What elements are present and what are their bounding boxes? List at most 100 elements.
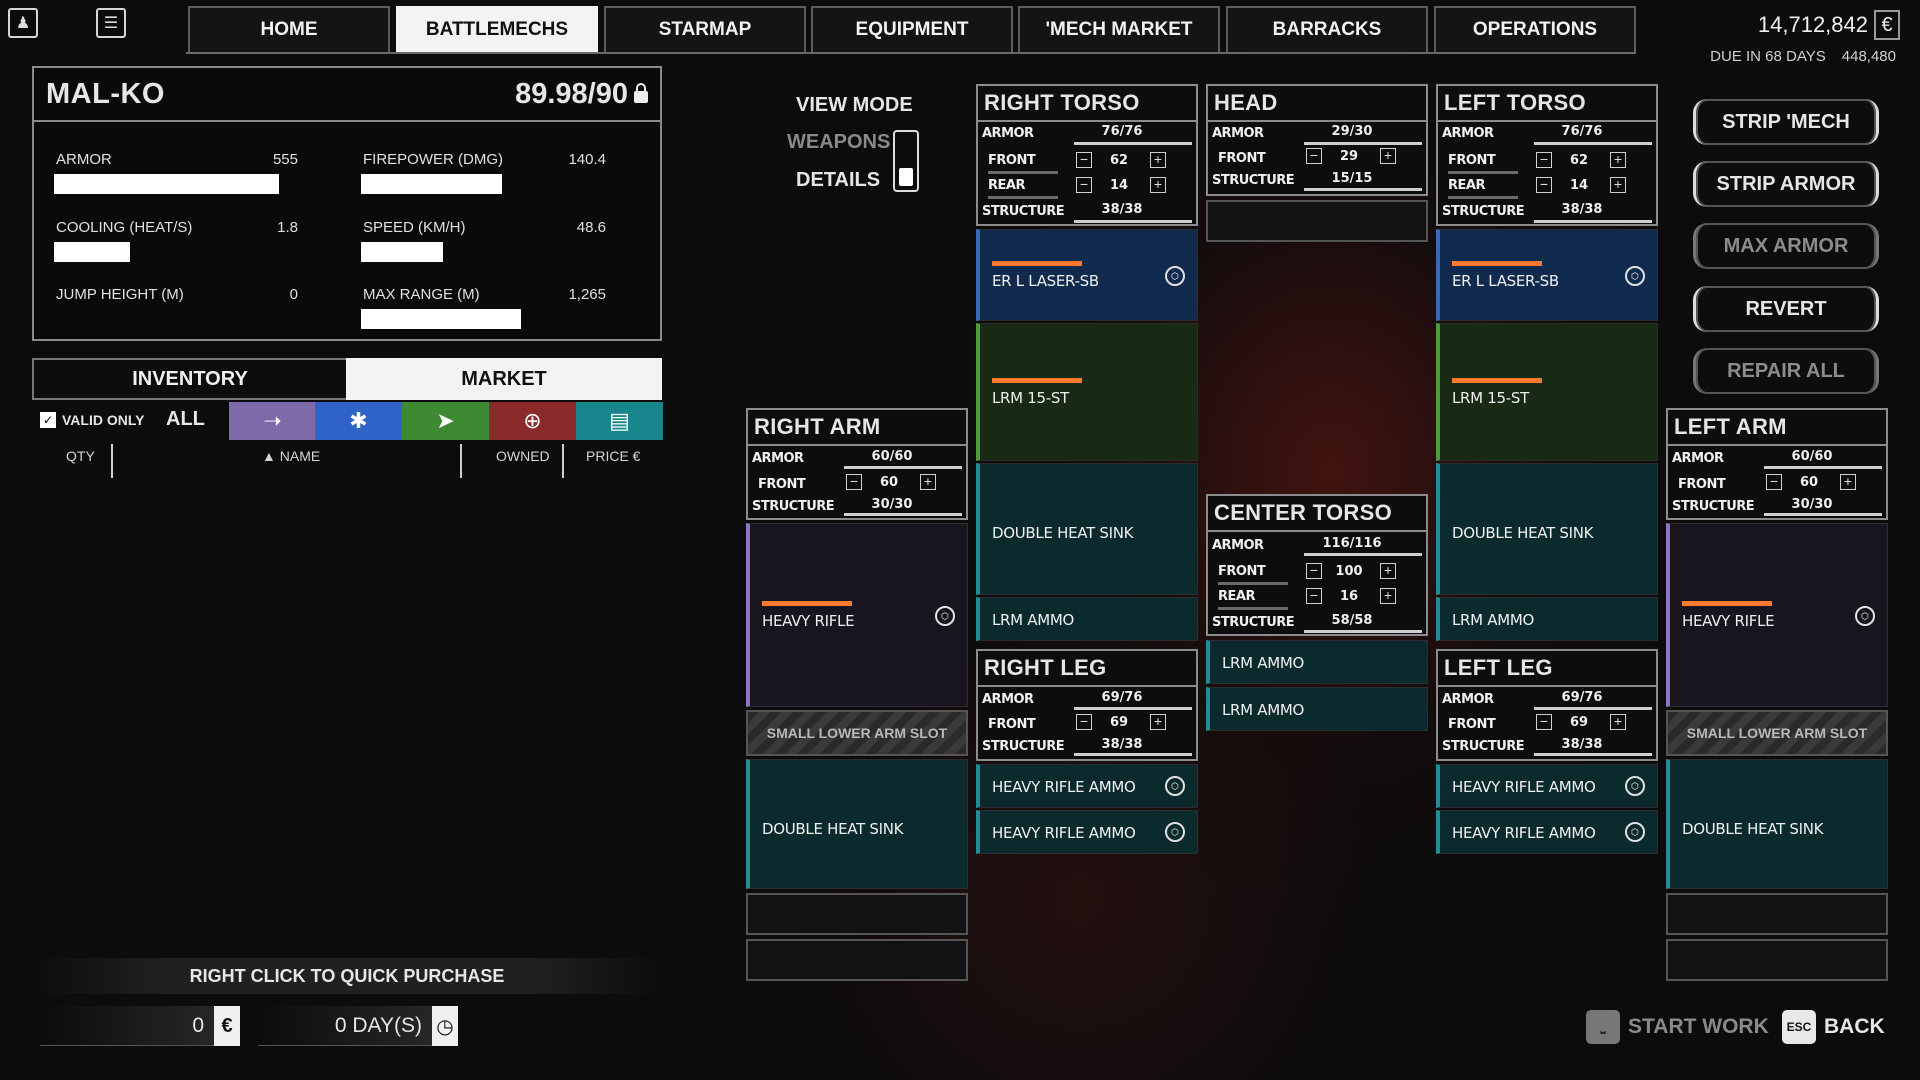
slot-label: HEAVY RIFLE AMMO: [1452, 778, 1596, 796]
col-qty[interactable]: QTY: [66, 448, 95, 464]
increase-icon[interactable]: +: [1610, 714, 1626, 730]
increase-icon[interactable]: +: [1150, 152, 1166, 168]
checkbox-icon[interactable]: ✓: [40, 412, 56, 428]
structure-value: 30/30: [1791, 497, 1833, 512]
filter-support-icon[interactable]: ⊕: [489, 402, 576, 440]
col-name[interactable]: ▲ NAME: [262, 448, 320, 464]
filter-missile-icon[interactable]: ➤: [402, 402, 489, 440]
col-divider: [562, 444, 564, 478]
nav-tab-mech-market[interactable]: 'MECH MARKET: [1018, 6, 1220, 52]
increase-icon[interactable]: +: [1380, 563, 1396, 579]
slot-empty[interactable]: [746, 939, 968, 981]
slot-ammo[interactable]: LRM AMMO: [976, 597, 1198, 641]
slot-ammo[interactable]: LRM AMMO: [1206, 640, 1428, 684]
mech-name[interactable]: MAL-KO: [46, 78, 165, 111]
slot-ammo[interactable]: LRM AMMO: [1436, 597, 1658, 641]
stat-cooling-value: 1.8: [277, 219, 298, 236]
back-button[interactable]: ESC BACK: [1782, 1010, 1885, 1044]
valid-only-toggle[interactable]: ✓ VALID ONLY: [40, 412, 144, 428]
weapon-mode-icon[interactable]: ⬡: [1855, 606, 1875, 626]
slot-weapon[interactable]: ER L LASER-SB ⬡: [976, 229, 1198, 321]
slot-weapon[interactable]: LRM 15-ST: [976, 323, 1198, 461]
ammo-mode-icon[interactable]: ⬡: [1165, 776, 1185, 796]
nav-tab-battlemechs[interactable]: BATTLEMECHS: [396, 6, 598, 52]
revert-button[interactable]: REVERT: [1693, 286, 1879, 332]
increase-icon[interactable]: +: [1610, 152, 1626, 168]
nav-tab-operations[interactable]: OPERATIONS: [1434, 6, 1636, 52]
view-mode-details[interactable]: DETAILS: [796, 169, 880, 192]
stat-range-label: MAX RANGE (M): [363, 286, 480, 303]
slot-label: DOUBLE HEAT SINK: [1682, 820, 1824, 838]
back-label: BACK: [1824, 1015, 1885, 1038]
slot-ammo[interactable]: HEAVY RIFLE AMMO ⬡: [1436, 810, 1658, 854]
nav-underline: [186, 52, 1636, 54]
filter-ballistic-icon[interactable]: ➝: [229, 402, 316, 440]
nav-tab-equipment[interactable]: EQUIPMENT: [811, 6, 1013, 52]
armor-value: 116/116: [1322, 536, 1382, 551]
slot-empty[interactable]: [1666, 893, 1888, 935]
slot-label: LRM AMMO: [1222, 654, 1305, 672]
slot-blocked: SMALL LOWER ARM SLOT: [1666, 710, 1888, 756]
increase-icon[interactable]: +: [1150, 714, 1166, 730]
ammo-mode-icon[interactable]: ⬡: [1625, 822, 1645, 842]
repair-all-button[interactable]: REPAIR ALL: [1693, 348, 1879, 394]
slot-equipment[interactable]: DOUBLE HEAT SINK: [1436, 463, 1658, 595]
slot-empty[interactable]: [1666, 939, 1888, 981]
nav-tab-barracks[interactable]: BARRACKS: [1226, 6, 1428, 52]
strip-mech-button[interactable]: STRIP 'MECH: [1693, 99, 1879, 145]
pilot-roster-icon[interactable]: ♟: [8, 8, 38, 38]
armor-meter: [1764, 466, 1882, 469]
slot-equipment[interactable]: DOUBLE HEAT SINK: [746, 759, 968, 889]
tab-market[interactable]: MARKET: [346, 358, 662, 400]
structure-label: STRUCTURE: [982, 204, 1065, 219]
view-mode-toggle[interactable]: [893, 130, 919, 192]
weapon-mode-icon[interactable]: ⬡: [1625, 266, 1645, 286]
filter-energy-icon[interactable]: ✱: [315, 402, 402, 440]
increase-icon[interactable]: +: [1380, 148, 1396, 164]
col-price[interactable]: PRICE €: [586, 448, 640, 464]
slot-label: LRM 15-ST: [1452, 389, 1529, 407]
increase-icon[interactable]: +: [1610, 177, 1626, 193]
weapon-mode-icon[interactable]: ⬡: [935, 606, 955, 626]
slot-weapon[interactable]: LRM 15-ST: [1436, 323, 1658, 461]
slot-ammo[interactable]: LRM AMMO: [1206, 687, 1428, 731]
max-armor-button[interactable]: MAX ARMOR: [1693, 223, 1879, 269]
slot-ammo[interactable]: HEAVY RIFLE AMMO ⬡: [1436, 764, 1658, 808]
ammo-mode-icon[interactable]: ⬡: [1165, 822, 1185, 842]
armor-value: 69/76: [1101, 690, 1143, 705]
slot-weapon[interactable]: ER L LASER-SB ⬡: [1436, 229, 1658, 321]
slot-empty[interactable]: [1206, 200, 1428, 242]
slot-weapon[interactable]: HEAVY RIFLE ⬡: [1666, 523, 1888, 707]
strip-armor-button[interactable]: STRIP ARMOR: [1693, 161, 1879, 207]
timer-icon: ◷: [432, 1006, 458, 1046]
nav-tab-starmap[interactable]: STARMAP: [604, 6, 806, 52]
tab-inventory[interactable]: INVENTORY: [32, 358, 346, 400]
filter-all[interactable]: ALL: [166, 408, 205, 431]
filter-ammo-icon[interactable]: ▤: [576, 402, 663, 440]
armor-meter: [1534, 707, 1652, 710]
increase-icon[interactable]: +: [1380, 588, 1396, 604]
col-owned[interactable]: OWNED: [496, 448, 550, 464]
slot-equipment[interactable]: DOUBLE HEAT SINK: [1666, 759, 1888, 889]
increase-icon[interactable]: +: [1840, 474, 1856, 490]
slot-empty[interactable]: [746, 893, 968, 935]
structure-label: STRUCTURE: [1442, 739, 1525, 754]
ammo-bar: [992, 261, 1082, 266]
notes-icon[interactable]: ☰: [96, 8, 126, 38]
ammo-mode-icon[interactable]: ⬡: [1625, 776, 1645, 796]
increase-icon[interactable]: +: [920, 474, 936, 490]
increase-icon[interactable]: +: [1150, 177, 1166, 193]
slot-ammo[interactable]: HEAVY RIFLE AMMO ⬡: [976, 764, 1198, 808]
slot-weapon[interactable]: HEAVY RIFLE ⬡: [746, 523, 968, 707]
view-mode-weapons[interactable]: WEAPONS: [787, 131, 890, 154]
weapon-mode-icon[interactable]: ⬡: [1165, 266, 1185, 286]
nav-tab-home[interactable]: HOME: [188, 6, 390, 52]
slot-ammo[interactable]: HEAVY RIFLE AMMO ⬡: [976, 810, 1198, 854]
start-work-button[interactable]: ⎵ START WORK: [1586, 1010, 1769, 1044]
slot-label: ER L LASER-SB: [1452, 272, 1559, 290]
armor-label: ARMOR: [1672, 451, 1724, 466]
front-value: 69: [1109, 715, 1129, 730]
front-value: 29: [1339, 149, 1359, 164]
slot-equipment[interactable]: DOUBLE HEAT SINK: [976, 463, 1198, 595]
total-days-field: 0 DAY(S): [258, 1006, 432, 1046]
